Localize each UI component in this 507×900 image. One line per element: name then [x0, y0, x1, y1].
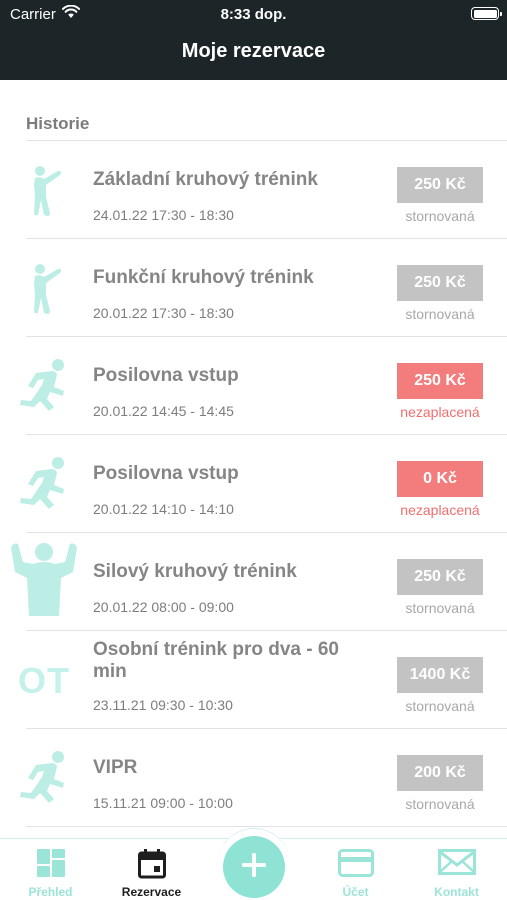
- running-person-icon: [12, 453, 76, 517]
- reservation-title: Posilovna vstup: [93, 365, 239, 386]
- clock: 8:33 dop.: [220, 6, 287, 23]
- calendar-icon: [101, 849, 202, 879]
- reservation-time: 24.01.22 17:30 - 18:30: [93, 207, 234, 223]
- battery-icon: [471, 7, 502, 20]
- reservation-title: Funkční kruhový trénink: [93, 267, 314, 288]
- reservation-title: Posilovna vstup: [93, 463, 239, 484]
- status-label: stornovaná: [405, 698, 475, 714]
- add-reservation-button[interactable]: [223, 836, 285, 898]
- reservation-title: Osobní trénink pro dva - 60 min: [93, 639, 339, 682]
- price-badge: 250 Kč: [397, 559, 483, 595]
- price-badge: 0 Kč: [397, 461, 483, 497]
- reservation-row[interactable]: Posilovna vstup 20.01.22 14:45 - 14:45 2…: [0, 337, 507, 435]
- reservation-time: 23.11.21 09:30 - 10:30: [93, 697, 233, 713]
- tab-reservations[interactable]: Rezervace: [101, 839, 202, 900]
- ot-icon-label: OT: [18, 660, 70, 701]
- reservation-title: Silový kruhový trénink: [93, 561, 297, 582]
- status-bar: Carrier 8:33 dop.: [0, 0, 507, 28]
- status-label: stornovaná: [405, 600, 475, 616]
- status-label: nezaplacená: [400, 404, 480, 420]
- reservation-row[interactable]: Posilovna vstup 20.01.22 14:10 - 14:10 0…: [0, 435, 507, 533]
- envelope-icon: [406, 849, 507, 879]
- stretching-person-icon: [12, 257, 76, 321]
- tab-label: Účet: [342, 885, 369, 899]
- price-badge: 1400 Kč: [397, 657, 483, 693]
- dashboard-icon: [0, 849, 101, 879]
- page-title: Moje rezervace: [181, 40, 326, 62]
- tab-contact[interactable]: Kontakt: [406, 839, 507, 900]
- status-label: stornovaná: [405, 208, 475, 224]
- price-badge: 250 Kč: [397, 363, 483, 399]
- reservation-time: 20.01.22 14:10 - 14:10: [93, 501, 234, 517]
- reservation-row[interactable]: Základní kruhový trénink 24.01.22 17:30 …: [0, 141, 507, 239]
- header: Carrier 8:33 dop. Moje rezervace: [0, 0, 507, 80]
- section-title-history: Historie: [26, 114, 90, 133]
- stretching-person-icon: [12, 159, 76, 223]
- reservation-row[interactable]: Funkční kruhový trénink 20.01.22 17:30 -…: [0, 239, 507, 337]
- running-person-icon: [12, 355, 76, 419]
- reservation-row[interactable]: OT Osobní trénink pro dva - 60 min 23.11…: [0, 631, 507, 729]
- status-label: nezaplacená: [400, 502, 480, 518]
- reservation-row[interactable]: Silový kruhový trénink 20.01.22 08:00 - …: [0, 533, 507, 631]
- price-badge: 250 Kč: [397, 265, 483, 301]
- reservation-time: 20.01.22 14:45 - 14:45: [93, 403, 234, 419]
- ot-text-icon: OT: [12, 649, 76, 713]
- reservation-time: 20.01.22 17:30 - 18:30: [93, 305, 234, 321]
- reservation-time: 15.11.21 09:00 - 10:00: [93, 795, 233, 811]
- status-label: stornovaná: [405, 796, 475, 812]
- reservation-time: 20.01.22 08:00 - 09:00: [93, 599, 234, 615]
- tab-overview[interactable]: Přehled: [0, 839, 101, 900]
- tab-label: Rezervace: [121, 885, 182, 899]
- tab-account[interactable]: Účet: [305, 839, 406, 900]
- running-person-icon: [12, 747, 76, 811]
- credit-card-icon: [305, 849, 406, 879]
- status-label: stornovaná: [405, 306, 475, 322]
- strongman-icon: [6, 539, 82, 619]
- reservation-row[interactable]: VIPR 15.11.21 09:00 - 10:00 200 Kč storn…: [0, 729, 507, 827]
- price-badge: 250 Kč: [397, 167, 483, 203]
- tab-label: Přehled: [28, 885, 73, 899]
- plus-icon: [241, 852, 267, 883]
- reservation-title: Základní kruhový trénink: [93, 169, 318, 190]
- price-badge: 200 Kč: [397, 755, 483, 791]
- reservation-title: VIPR: [93, 757, 138, 778]
- tab-label: Kontakt: [434, 885, 479, 899]
